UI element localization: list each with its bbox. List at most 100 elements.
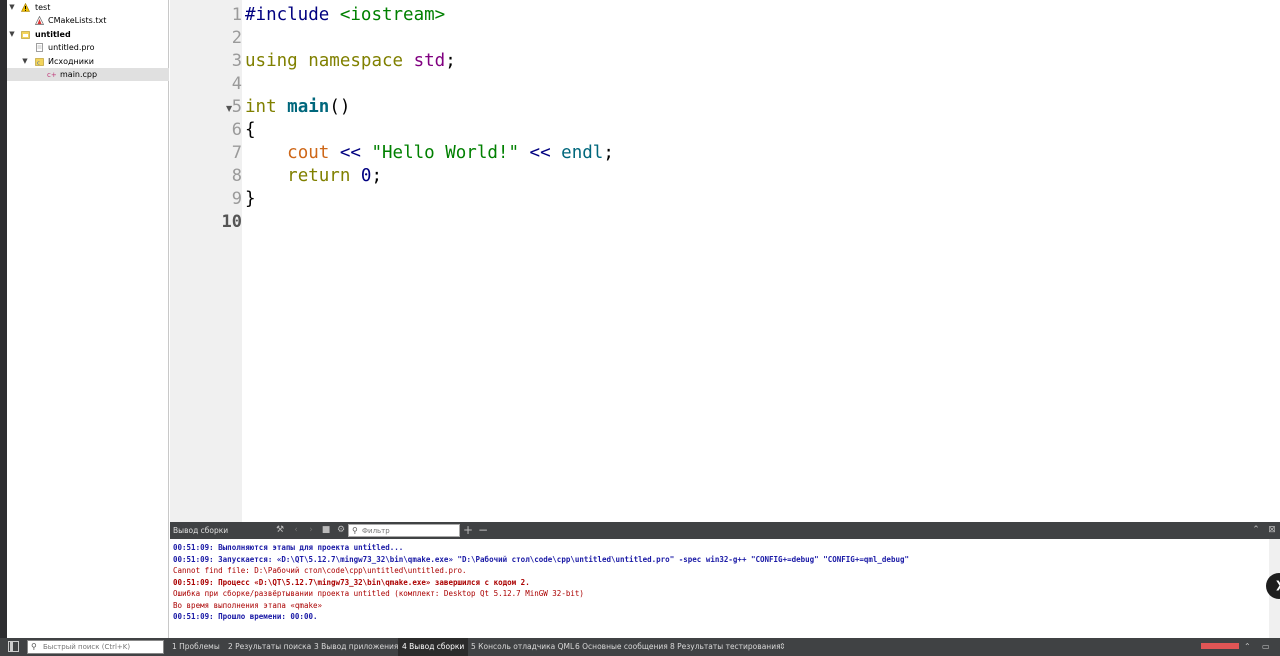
warning-icon xyxy=(21,2,30,12)
output-panel-header: Вывод сборки ⚒ ‹ › ■ ⚙ ⚲ + − ⌃ ⊠ xyxy=(170,522,1280,539)
build-progress-fill xyxy=(1201,643,1239,649)
tab-problems[interactable]: 1 Проблемы xyxy=(168,638,224,656)
code-token: << xyxy=(339,143,361,163)
tree-item-test[interactable]: ▼ test xyxy=(7,1,169,14)
output-line: 00:51:09: Прошло времени: 00:00. xyxy=(173,612,318,621)
code-line-7[interactable]: cout << "Hello World!" << endl; xyxy=(245,142,614,165)
output-line: 00:51:09: Запускается: «D:\QT\5.12.7\min… xyxy=(173,554,910,564)
code-token: namespace xyxy=(308,51,404,71)
line-number: 5 xyxy=(231,97,242,117)
tree-item-label: test xyxy=(35,3,51,12)
build-steps-icon[interactable]: ⚒ xyxy=(274,524,286,537)
code-token: endl xyxy=(561,143,604,163)
cpp-file-icon: c+ xyxy=(47,70,57,79)
sources-folder-icon: c xyxy=(35,57,44,67)
minus-icon[interactable]: − xyxy=(477,524,489,537)
tree-item-main-cpp[interactable]: c+ main.cpp xyxy=(7,68,169,81)
code-token: << xyxy=(529,143,551,163)
code-line-8[interactable]: return 0; xyxy=(245,165,382,188)
code-token: main xyxy=(287,97,330,117)
search-icon: ⚲ xyxy=(31,642,37,651)
tree-item-label: untitled.pro xyxy=(48,43,95,52)
tree-item-label: main.cpp xyxy=(60,70,98,79)
tab-test-results[interactable]: 8 Результаты тестирования xyxy=(666,638,785,656)
tab-application-output[interactable]: 3 Вывод приложения xyxy=(310,638,402,656)
code-line-3[interactable]: using namespace std; xyxy=(245,50,456,73)
code-token: cout xyxy=(287,143,330,163)
panel-up-icon[interactable]: ⌃ xyxy=(1244,638,1251,656)
line-number: 4 xyxy=(231,74,242,94)
tree-item-sources[interactable]: ▼ c Исходники xyxy=(7,55,169,68)
tab-search-results[interactable]: 2 Результаты поиска xyxy=(224,638,315,656)
search-icon: ⚲ xyxy=(352,526,358,535)
code-editor[interactable]: 1 2 3 4 5 6 7 8 9 10 ▼ #include <iostrea… xyxy=(170,0,1280,522)
svg-text:c+: c+ xyxy=(47,71,57,79)
tree-item-cmakelists[interactable]: CMakeLists.txt xyxy=(7,14,169,27)
cmake-file-icon xyxy=(34,15,45,25)
output-line: 00:51:09: Выполняются этапы для проекта … xyxy=(173,543,404,552)
code-token: using xyxy=(245,51,298,71)
tab-qml-debugger-console[interactable]: 5 Консоль отладчика QML xyxy=(467,638,578,656)
code-token: int xyxy=(245,97,277,117)
tab-build-output[interactable]: 4 Вывод сборки xyxy=(398,638,469,656)
line-number: 1 xyxy=(231,5,242,25)
output-line: Cannot find file: D:\Рабочий стол\code\c… xyxy=(173,566,467,575)
quick-search[interactable]: ⚲ xyxy=(27,640,164,654)
output-toggle-icon[interactable]: ▭ xyxy=(1262,638,1270,656)
line-number: 8 xyxy=(231,166,242,186)
tab-general-messages[interactable]: 6 Основные сообщения xyxy=(571,638,672,656)
code-token: ; xyxy=(603,143,614,163)
stop-icon[interactable]: ■ xyxy=(320,524,332,537)
tree-item-untitled-pro[interactable]: untitled.pro xyxy=(7,41,169,54)
line-number: 7 xyxy=(231,143,242,163)
updown-arrows-icon[interactable]: ⇕ xyxy=(779,638,786,656)
svg-text:c: c xyxy=(37,61,40,67)
code-token: ; xyxy=(371,166,383,186)
plus-icon[interactable]: + xyxy=(462,524,474,537)
pro-file-icon xyxy=(35,43,44,52)
code-line-9[interactable]: } xyxy=(245,188,256,211)
line-number: 6 xyxy=(231,120,242,140)
chevron-down-icon[interactable]: ▼ xyxy=(8,28,16,41)
filter-input[interactable] xyxy=(362,525,458,536)
sidebar-toggle-icon[interactable] xyxy=(8,641,19,652)
code-token: ; xyxy=(445,51,456,71)
maximize-icon[interactable]: ⌃ xyxy=(1250,524,1262,537)
quick-search-input[interactable] xyxy=(43,641,161,653)
code-token: return xyxy=(287,166,351,186)
tree-item-untitled[interactable]: ▼ untitled xyxy=(7,28,169,41)
line-number-current: 10 xyxy=(221,212,242,232)
line-number: 2 xyxy=(231,28,242,48)
code-token: #include xyxy=(245,5,330,25)
code-token: () xyxy=(329,97,351,117)
tree-item-label: CMakeLists.txt xyxy=(48,16,107,25)
prev-arrow-icon[interactable]: ‹ xyxy=(290,524,302,537)
chevron-down-icon[interactable]: ▼ xyxy=(8,1,16,14)
chevron-down-icon[interactable]: ▼ xyxy=(21,55,29,68)
line-number: 9 xyxy=(231,189,242,209)
build-progress-bar[interactable] xyxy=(1201,643,1239,649)
mode-selector-strip xyxy=(0,0,7,638)
next-arrow-icon[interactable]: › xyxy=(305,524,317,537)
code-token: 0 xyxy=(360,166,372,186)
line-number: 3 xyxy=(231,51,242,71)
code-token: } xyxy=(245,189,256,209)
output-filter[interactable]: ⚲ xyxy=(348,524,460,537)
output-panel-title: Вывод сборки xyxy=(173,526,229,535)
line-number-gutter: 1 2 3 4 5 6 7 8 9 10 ▼ xyxy=(170,0,242,522)
project-folder-icon xyxy=(21,30,30,39)
code-token: <iostream> xyxy=(339,5,446,25)
code-line-6[interactable]: { xyxy=(245,119,256,142)
tree-item-label: untitled xyxy=(35,30,71,39)
tree-item-label: Исходники xyxy=(48,57,95,66)
close-icon[interactable]: ⊠ xyxy=(1266,524,1278,537)
code-token: { xyxy=(245,120,256,140)
code-line-1[interactable]: #include <iostream> xyxy=(245,4,445,27)
code-token: "Hello World!" xyxy=(371,143,519,163)
gear-icon[interactable]: ⚙ xyxy=(335,524,347,537)
fold-marker-icon[interactable]: ▼ xyxy=(226,104,232,113)
build-output[interactable]: 00:51:09: Выполняются этапы для проекта … xyxy=(170,539,1269,638)
code-line-5[interactable]: int main() xyxy=(245,96,350,119)
output-line: Во время выполнения этапа «qmake» xyxy=(173,600,323,610)
status-bar: ⚲ 1 Проблемы 2 Результаты поиска 3 Вывод… xyxy=(0,638,1280,656)
